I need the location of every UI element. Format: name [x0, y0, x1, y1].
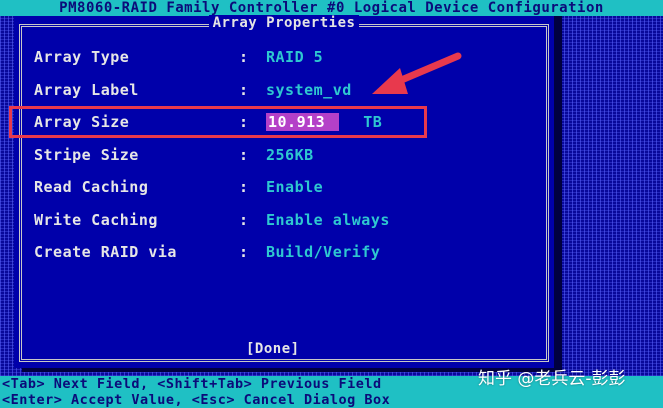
field-separator: : — [239, 178, 249, 196]
field-label: Read Caching — [34, 178, 149, 196]
field-value[interactable]: 256KB — [266, 144, 314, 166]
field-value[interactable]: Enable always — [266, 209, 390, 231]
field-separator: : — [239, 211, 249, 229]
done-button[interactable]: [Done] — [246, 340, 300, 358]
red-arrow-icon — [372, 52, 462, 94]
field-separator: : — [239, 243, 249, 261]
title-bar: PM8060-RAID Family Controller #0 Logical… — [0, 0, 663, 16]
field-value[interactable]: Enable — [266, 176, 323, 198]
field-value[interactable]: system_vd — [266, 79, 352, 101]
field-label: Array Label — [34, 81, 139, 99]
field-separator: : — [239, 81, 249, 99]
field-separator: : — [239, 48, 249, 66]
field-value[interactable]: Build/Verify — [266, 241, 380, 263]
highlight-box — [9, 106, 427, 138]
array-properties-dialog: Array Properties Array Type : RAID 5 Arr… — [14, 15, 554, 368]
watermark: 知乎 @老兵云-彭彭 — [478, 369, 626, 389]
field-value[interactable]: RAID 5 — [266, 46, 323, 68]
field-label: Create RAID via — [34, 243, 177, 261]
status-line-2: <Enter> Accept Value, <Esc> Cancel Dialo… — [2, 392, 391, 408]
field-label: Stripe Size — [34, 146, 139, 164]
field-label: Array Type — [34, 48, 130, 66]
dialog-title: Array Properties — [14, 15, 554, 31]
dialog-title-text: Array Properties — [208, 15, 360, 31]
field-label: Write Caching — [34, 211, 158, 229]
field-separator: : — [239, 146, 249, 164]
